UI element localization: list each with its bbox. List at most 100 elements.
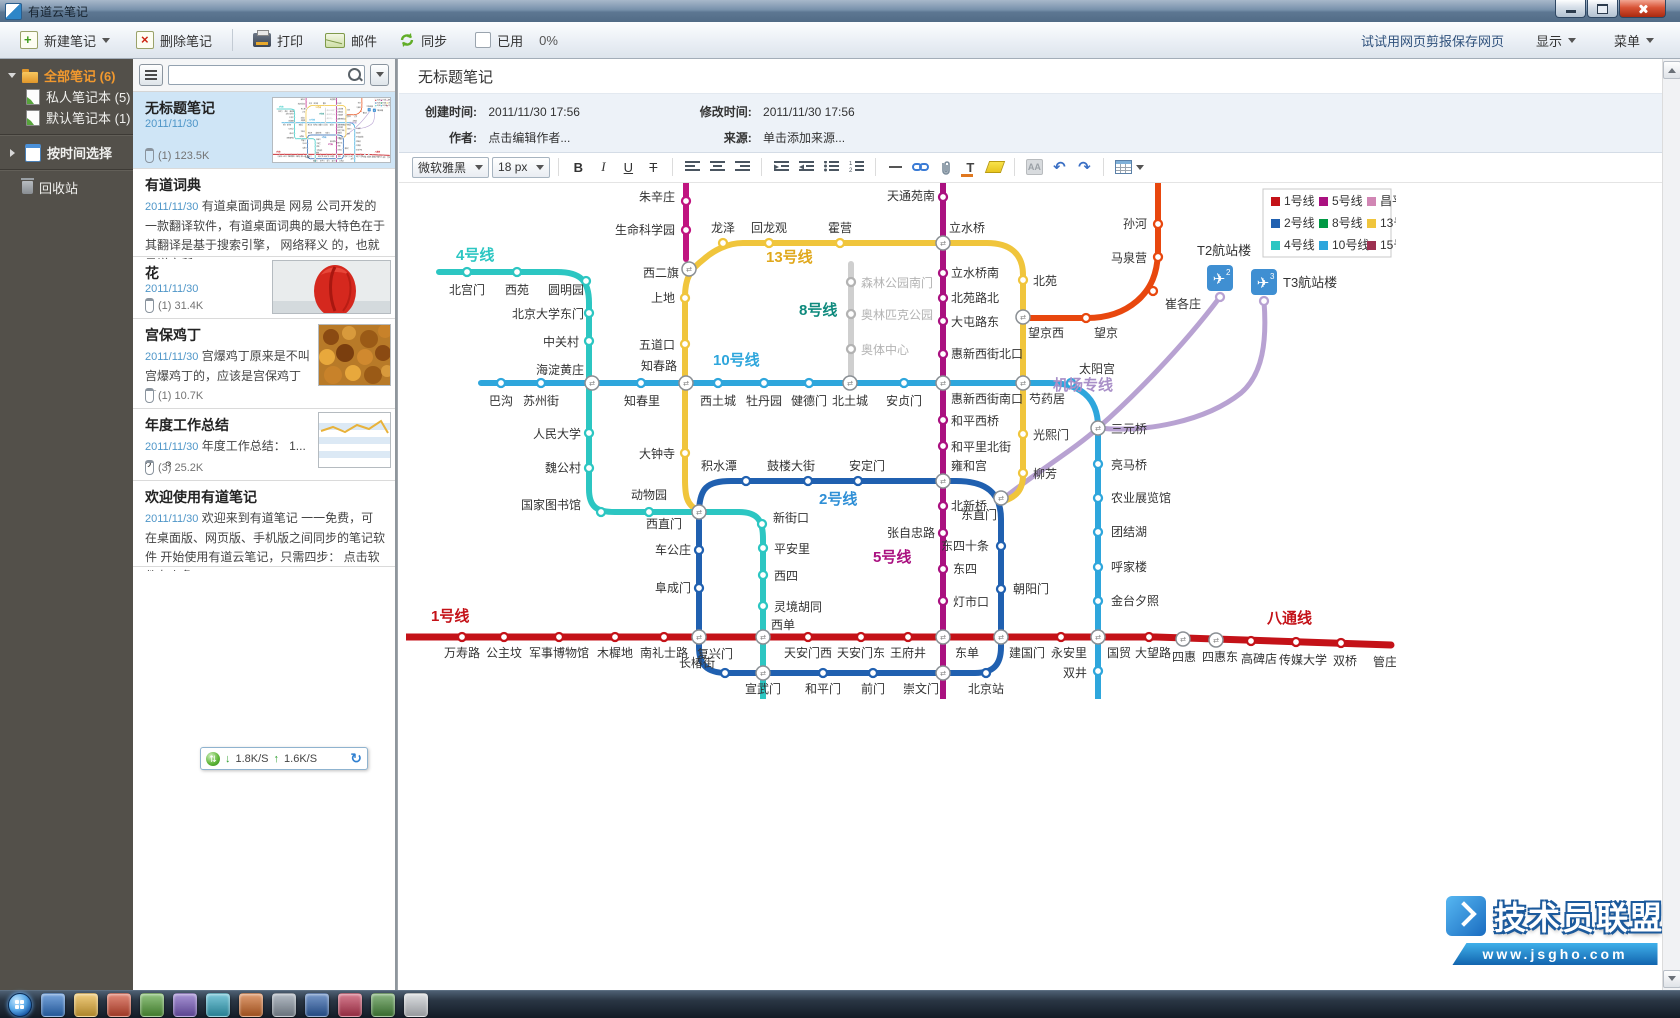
svg-text:昌平线: 昌平线 bbox=[1380, 194, 1396, 208]
align-left-button[interactable] bbox=[681, 156, 703, 178]
sync-refresh-icon[interactable]: ↻ bbox=[350, 750, 362, 767]
collapse-icon[interactable] bbox=[10, 149, 19, 157]
svg-text:朱辛庄: 朱辛庄 bbox=[639, 189, 675, 204]
sidebar-item-trash[interactable]: 回收站 bbox=[0, 177, 133, 198]
align-center-button[interactable] bbox=[706, 156, 728, 178]
redo-button[interactable]: ↷ bbox=[1073, 156, 1095, 178]
note-list-item[interactable]: 宫保鸡丁 2011/11/30 宫爆鸡丁原来是不叫宫爆鸡丁的，应该是宫保鸡丁的。… bbox=[133, 319, 395, 409]
svg-text:天安门东: 天安门东 bbox=[837, 645, 885, 660]
svg-text:大望路: 大望路 bbox=[1135, 645, 1171, 660]
svg-text:2号线: 2号线 bbox=[1284, 216, 1315, 230]
search-icon[interactable] bbox=[348, 68, 361, 81]
scroll-down-button[interactable] bbox=[1663, 970, 1680, 988]
sync-button[interactable]: 同步 bbox=[393, 27, 453, 54]
attach-file-button[interactable] bbox=[934, 156, 956, 178]
note-list-item[interactable]: 欢迎使用有道笔记 2011/11/30 欢迎来到有道笔记 一一免费，可在桌面版、… bbox=[133, 481, 395, 567]
svg-text:国贸: 国贸 bbox=[1107, 646, 1131, 660]
minimize-button[interactable] bbox=[1555, 0, 1586, 18]
indent-button[interactable] bbox=[770, 156, 792, 178]
italic-button[interactable]: I bbox=[592, 156, 614, 178]
window-title: 有道云笔记 bbox=[28, 3, 88, 20]
new-note-dropdown-icon[interactable] bbox=[102, 38, 110, 47]
svg-text:5号线: 5号线 bbox=[1332, 194, 1363, 208]
new-note-icon bbox=[20, 31, 38, 49]
paperclip-icon bbox=[145, 388, 154, 403]
svg-text:建国门: 建国门 bbox=[1009, 645, 1045, 660]
start-button[interactable] bbox=[8, 993, 32, 1017]
svg-text:北苑路北: 北苑路北 bbox=[951, 290, 999, 305]
window-titlebar[interactable]: 有道云笔记 bbox=[0, 0, 1680, 22]
underline-button[interactable]: U bbox=[617, 156, 639, 178]
taskbar-app-icon[interactable] bbox=[272, 993, 296, 1017]
insert-table-button[interactable] bbox=[1112, 156, 1146, 178]
svg-text:2号线: 2号线 bbox=[819, 490, 857, 508]
undo-button[interactable]: ↶ bbox=[1048, 156, 1070, 178]
taskbar-app-icon[interactable] bbox=[74, 993, 98, 1017]
svg-text:⇄: ⇄ bbox=[940, 671, 946, 678]
outdent-button[interactable] bbox=[795, 156, 817, 178]
align-right-button[interactable] bbox=[731, 156, 753, 178]
svg-text:国家图书馆: 国家图书馆 bbox=[521, 497, 581, 512]
taskbar-app-icon[interactable] bbox=[140, 993, 164, 1017]
display-menu-button[interactable]: 显示 bbox=[1530, 27, 1582, 54]
numbered-list-button[interactable]: 12 bbox=[845, 156, 867, 178]
svg-text:亮马桥: 亮马桥 bbox=[1111, 457, 1147, 472]
note-excerpt: 2011/11/30 欢迎来到有道笔记 一一免费，可在桌面版、网页版、手机版之间… bbox=[145, 509, 385, 571]
maximize-button[interactable] bbox=[1587, 0, 1618, 18]
display-caret-icon bbox=[1568, 38, 1576, 47]
mail-button[interactable]: 邮件 bbox=[319, 27, 383, 54]
svg-text:安贞门: 安贞门 bbox=[886, 393, 922, 408]
format-painter-button[interactable]: AA bbox=[1023, 156, 1045, 178]
expand-icon[interactable] bbox=[8, 73, 16, 82]
strikethrough-button[interactable]: T bbox=[642, 156, 664, 178]
taskbar-app-icon[interactable] bbox=[41, 993, 65, 1017]
svg-text:⇄: ⇄ bbox=[686, 267, 692, 274]
insert-link-button[interactable] bbox=[909, 156, 931, 178]
taskbar-app-icon[interactable] bbox=[338, 993, 362, 1017]
taskbar-app-icon[interactable] bbox=[239, 993, 263, 1017]
horizontal-rule-button[interactable] bbox=[884, 156, 906, 178]
note-excerpt: 2011/11/30 有道桌面词典是 网易 公司开发的一款翻译软件，有道桌面词典… bbox=[145, 197, 385, 259]
sidebar-item-private-notebook[interactable]: 私人笔记本 (5) bbox=[0, 86, 133, 107]
svg-text:10号线: 10号线 bbox=[1332, 238, 1369, 252]
web-clip-link[interactable]: 试试用网页剪报保存网页 bbox=[1361, 31, 1504, 50]
sidebar-item-default-notebook[interactable]: 默认笔记本 (1) bbox=[0, 107, 133, 128]
taskbar-app-icon[interactable] bbox=[173, 993, 197, 1017]
source-value[interactable]: 单击添加来源... bbox=[763, 129, 928, 146]
search-input[interactable] bbox=[168, 65, 365, 85]
note-list-item[interactable]: 无标题笔记 2011/11/30 (1) 123.5K ⇄⇄⇄⇄⇄⇄⇄⇄⇄⇄⇄⇄… bbox=[133, 92, 395, 169]
note-list-item[interactable]: 有道词典 2011/11/30 有道桌面词典是 网易 公司开发的一款翻译软件，有… bbox=[133, 169, 395, 257]
taskbar-app-icon[interactable] bbox=[404, 993, 428, 1017]
font-family-caret-icon bbox=[475, 165, 483, 174]
close-button[interactable] bbox=[1619, 0, 1666, 18]
sidebar-item-by-time[interactable]: 按时间选择 bbox=[0, 142, 133, 163]
svg-text:木樨地: 木樨地 bbox=[597, 646, 633, 660]
sidebar-item-all-notes[interactable]: 全部笔记 (6) bbox=[0, 65, 133, 86]
svg-text:人民大学: 人民大学 bbox=[533, 426, 581, 441]
scroll-up-button[interactable] bbox=[1663, 61, 1680, 79]
taskbar-app-icon[interactable] bbox=[305, 993, 329, 1017]
editor-scrollbar[interactable] bbox=[1662, 59, 1680, 990]
font-color-button[interactable]: T bbox=[959, 156, 981, 178]
sort-dropdown-button[interactable] bbox=[370, 64, 389, 86]
bullet-list-button[interactable] bbox=[820, 156, 842, 178]
font-family-select[interactable]: 微软雅黑 bbox=[412, 157, 489, 178]
bold-button[interactable]: B bbox=[567, 156, 589, 178]
note-editor-title[interactable]: 无标题笔记 bbox=[418, 66, 493, 87]
print-button[interactable]: 打印 bbox=[247, 27, 309, 54]
font-size-select[interactable]: 18 px bbox=[492, 157, 550, 178]
taskbar-app-icon[interactable] bbox=[206, 993, 230, 1017]
new-note-button[interactable]: 新建笔记 bbox=[14, 27, 116, 54]
author-value[interactable]: 点击编辑作者... bbox=[488, 129, 653, 146]
taskbar-app-icon[interactable] bbox=[371, 993, 395, 1017]
note-list-item[interactable]: 年度工作总结 2011/11/30 年度工作总结： 1... 2... 3...… bbox=[133, 409, 395, 481]
note-list-item[interactable]: 花 2011/11/30 (1) 31.4K bbox=[133, 257, 395, 319]
svg-text:⇄: ⇄ bbox=[760, 635, 766, 642]
list-menu-button[interactable] bbox=[139, 64, 163, 86]
svg-text:⇄: ⇄ bbox=[760, 671, 766, 678]
svg-text:森林公园南门: 森林公园南门 bbox=[861, 275, 933, 290]
highlight-button[interactable] bbox=[984, 156, 1006, 178]
delete-note-button[interactable]: 删除笔记 bbox=[130, 27, 218, 54]
taskbar-app-icon[interactable] bbox=[107, 993, 131, 1017]
menu-button[interactable]: 菜单 bbox=[1608, 27, 1660, 54]
